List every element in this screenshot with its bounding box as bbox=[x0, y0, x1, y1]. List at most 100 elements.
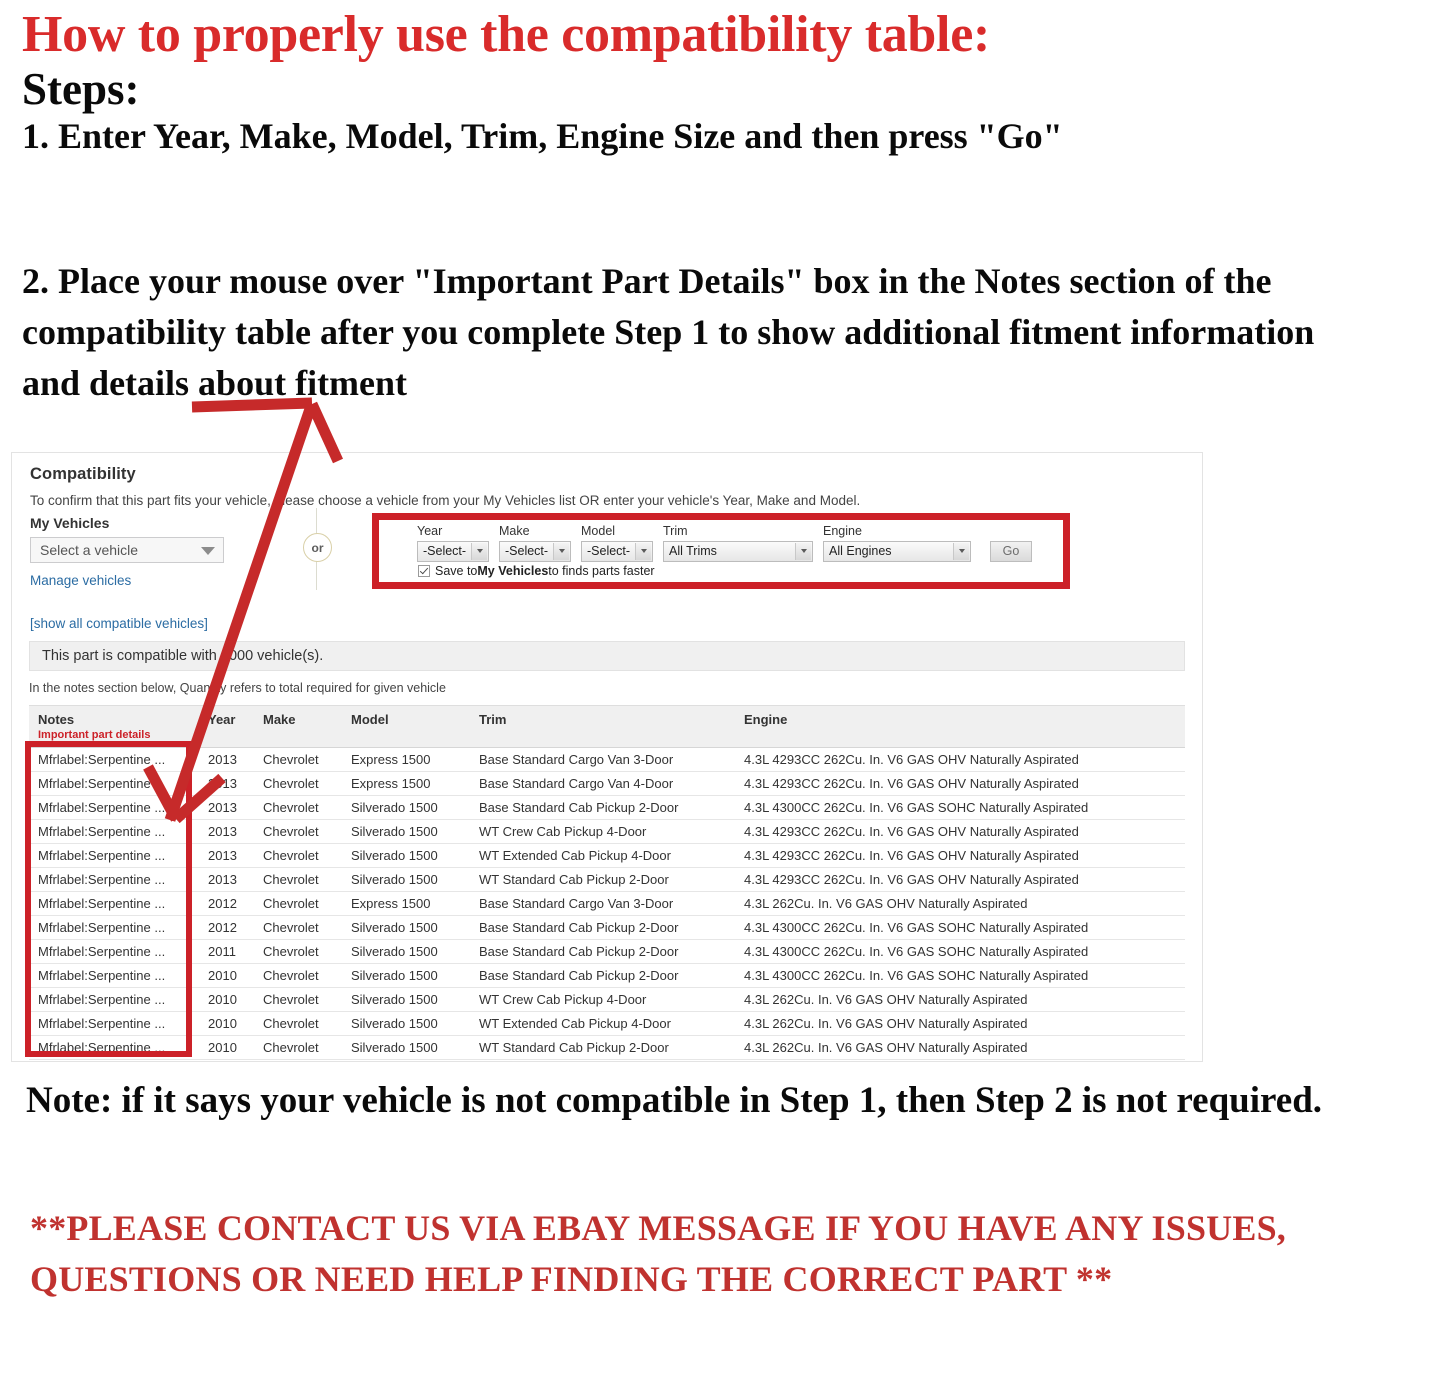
engine-field-group: Engine All Engines bbox=[823, 524, 971, 562]
save-to-my-vehicles-checkbox[interactable] bbox=[418, 565, 430, 577]
go-button[interactable]: Go bbox=[990, 540, 1032, 562]
show-all-compatible-vehicles-link[interactable]: [show all compatible vehicles] bbox=[30, 616, 270, 631]
cell-notes[interactable]: Mfrlabel:Serpentine ... bbox=[29, 795, 199, 820]
trim-select[interactable]: All Trims bbox=[663, 540, 813, 562]
cell-notes[interactable]: Mfrlabel:Serpentine ... bbox=[29, 891, 199, 916]
header-model: Model bbox=[342, 705, 470, 748]
cell-make: Chevrolet bbox=[254, 819, 342, 844]
steps-label: Steps: bbox=[22, 64, 140, 115]
cell-model: Silverado 1500 bbox=[342, 843, 470, 868]
trim-field-group: Trim All Trims bbox=[663, 524, 813, 562]
cell-make: Chevrolet bbox=[254, 867, 342, 892]
cell-notes[interactable]: Mfrlabel:Serpentine ... bbox=[29, 771, 199, 796]
cell-model: Silverado 1500 bbox=[342, 987, 470, 1012]
cell-notes[interactable]: Mfrlabel:Serpentine ... bbox=[29, 915, 199, 940]
fitment-table: Notes Important part details Year Make M… bbox=[29, 705, 1185, 1060]
cell-model: Silverado 1500 bbox=[342, 1011, 470, 1036]
year-select-value: -Select- bbox=[423, 544, 467, 559]
chevron-down-icon bbox=[471, 542, 487, 560]
or-divider-label: or bbox=[303, 533, 332, 562]
cell-engine: 4.3L 4300CC 262Cu. In. V6 GAS SOHC Natur… bbox=[735, 795, 1185, 820]
cell-notes[interactable]: Mfrlabel:Serpentine ... bbox=[29, 843, 199, 868]
cell-notes[interactable]: Mfrlabel:Serpentine ... bbox=[29, 819, 199, 844]
table-row: Mfrlabel:Serpentine ... 2011 Chevrolet Silv… bbox=[29, 939, 1185, 964]
cell-make: Chevrolet bbox=[254, 891, 342, 916]
model-select-value: -Select- bbox=[587, 544, 631, 559]
cell-model: Silverado 1500 bbox=[342, 867, 470, 892]
cell-notes[interactable]: Mfrlabel:Serpentine ... bbox=[29, 867, 199, 892]
cell-year: 2010 bbox=[199, 963, 254, 988]
header-notes: Notes Important part details bbox=[29, 705, 199, 748]
cell-engine: 4.3L 4300CC 262Cu. In. V6 GAS SOHC Natur… bbox=[735, 915, 1185, 940]
cell-make: Chevrolet bbox=[254, 987, 342, 1012]
engine-select-value: All Engines bbox=[829, 544, 892, 559]
cell-year: 2013 bbox=[199, 747, 254, 772]
cell-trim: Base Standard Cab Pickup 2-Door bbox=[470, 963, 735, 988]
table-row: Mfrlabel:Serpentine ... 2012 Chevrolet Silv… bbox=[29, 915, 1185, 940]
cell-trim: Base Standard Cargo Van 3-Door bbox=[470, 747, 735, 772]
cell-year: 2013 bbox=[199, 795, 254, 820]
step-2-text: 2. Place your mouse over "Important Part… bbox=[22, 261, 1315, 404]
year-select[interactable]: -Select- bbox=[417, 540, 489, 562]
table-row: Mfrlabel:Serpentine ... 2013 Chevrolet Expr… bbox=[29, 771, 1185, 796]
cell-model: Silverado 1500 bbox=[342, 795, 470, 820]
cell-make: Chevrolet bbox=[254, 1035, 342, 1060]
step-1-text: 1. Enter Year, Make, Model, Trim, Engine… bbox=[22, 115, 1063, 156]
cell-make: Chevrolet bbox=[254, 771, 342, 796]
table-row: Mfrlabel:Serpentine ... 2013 Chevrolet Expr… bbox=[29, 747, 1185, 772]
fitment-table-body: Mfrlabel:Serpentine ... 2013 Chevrolet Expr… bbox=[29, 747, 1185, 1060]
compatibility-heading: Compatibility bbox=[30, 465, 136, 483]
notes-quantity-hint: In the notes section below, Quantity ref… bbox=[29, 681, 446, 695]
header-year: Year bbox=[199, 705, 254, 748]
cell-notes[interactable]: Mfrlabel:Serpentine ... bbox=[29, 963, 199, 988]
contact-note-text: **PLEASE CONTACT US VIA EBAY MESSAGE IF … bbox=[30, 1208, 1287, 1300]
save-to-my-vehicles-row[interactable]: Save to My Vehicles to finds parts faste… bbox=[418, 564, 655, 578]
cell-notes[interactable]: Mfrlabel:Serpentine ... bbox=[29, 747, 199, 772]
cell-make: Chevrolet bbox=[254, 915, 342, 940]
cell-engine: 4.3L 262Cu. In. V6 GAS OHV Naturally Asp… bbox=[735, 1035, 1185, 1060]
header-notes-sublabel: Important part details bbox=[38, 729, 151, 741]
cell-model: Silverado 1500 bbox=[342, 963, 470, 988]
cell-model: Express 1500 bbox=[342, 891, 470, 916]
make-label: Make bbox=[499, 524, 530, 538]
cell-notes[interactable]: Mfrlabel:Serpentine ... bbox=[29, 1011, 199, 1036]
cell-year: 2013 bbox=[199, 771, 254, 796]
model-select[interactable]: -Select- bbox=[581, 540, 653, 562]
chevron-down-icon bbox=[553, 542, 569, 560]
make-select[interactable]: -Select- bbox=[499, 540, 571, 562]
page-title: How to properly use the compatibility ta… bbox=[22, 6, 990, 63]
engine-select[interactable]: All Engines bbox=[823, 540, 971, 562]
cell-engine: 4.3L 4300CC 262Cu. In. V6 GAS SOHC Natur… bbox=[735, 939, 1185, 964]
vehicle-entry-form-highlight: Year -Select- Make -Select- Model -Selec… bbox=[372, 513, 1070, 589]
header-engine: Engine bbox=[735, 705, 1185, 748]
header-trim: Trim bbox=[470, 705, 735, 748]
cell-make: Chevrolet bbox=[254, 843, 342, 868]
bottom-note-text: Note: if it says your vehicle is not com… bbox=[26, 1080, 1323, 1121]
cell-model: Silverado 1500 bbox=[342, 819, 470, 844]
manage-vehicles-link[interactable]: Manage vehicles bbox=[30, 573, 270, 588]
cell-year: 2011 bbox=[199, 939, 254, 964]
cell-notes[interactable]: Mfrlabel:Serpentine ... bbox=[29, 987, 199, 1012]
my-vehicles-select[interactable]: Select a vehicle bbox=[30, 537, 224, 563]
year-label: Year bbox=[417, 524, 443, 538]
cell-year: 2010 bbox=[199, 987, 254, 1012]
table-row: Mfrlabel:Serpentine ... 2010 Chevrolet Silv… bbox=[29, 963, 1185, 988]
or-divider: or bbox=[297, 508, 337, 590]
cell-year: 2010 bbox=[199, 1011, 254, 1036]
cell-year: 2010 bbox=[199, 1035, 254, 1060]
cell-trim: WT Crew Cab Pickup 4-Door bbox=[470, 987, 735, 1012]
chevron-down-icon bbox=[635, 542, 651, 560]
cell-engine: 4.3L 262Cu. In. V6 GAS OHV Naturally Asp… bbox=[735, 987, 1185, 1012]
header-make: Make bbox=[254, 705, 342, 748]
cell-engine: 4.3L 4293CC 262Cu. In. V6 GAS OHV Natura… bbox=[735, 843, 1185, 868]
cell-model: Silverado 1500 bbox=[342, 1035, 470, 1060]
cell-year: 2013 bbox=[199, 819, 254, 844]
cell-trim: Base Standard Cargo Van 3-Door bbox=[470, 891, 735, 916]
cell-notes[interactable]: Mfrlabel:Serpentine ... bbox=[29, 939, 199, 964]
cell-notes[interactable]: Mfrlabel:Serpentine ... bbox=[29, 1035, 199, 1060]
cell-make: Chevrolet bbox=[254, 1011, 342, 1036]
cell-trim: Base Standard Cargo Van 4-Door bbox=[470, 771, 735, 796]
my-vehicles-label: My Vehicles bbox=[30, 515, 110, 531]
cell-engine: 4.3L 4293CC 262Cu. In. V6 GAS OHV Natura… bbox=[735, 747, 1185, 772]
cell-make: Chevrolet bbox=[254, 795, 342, 820]
